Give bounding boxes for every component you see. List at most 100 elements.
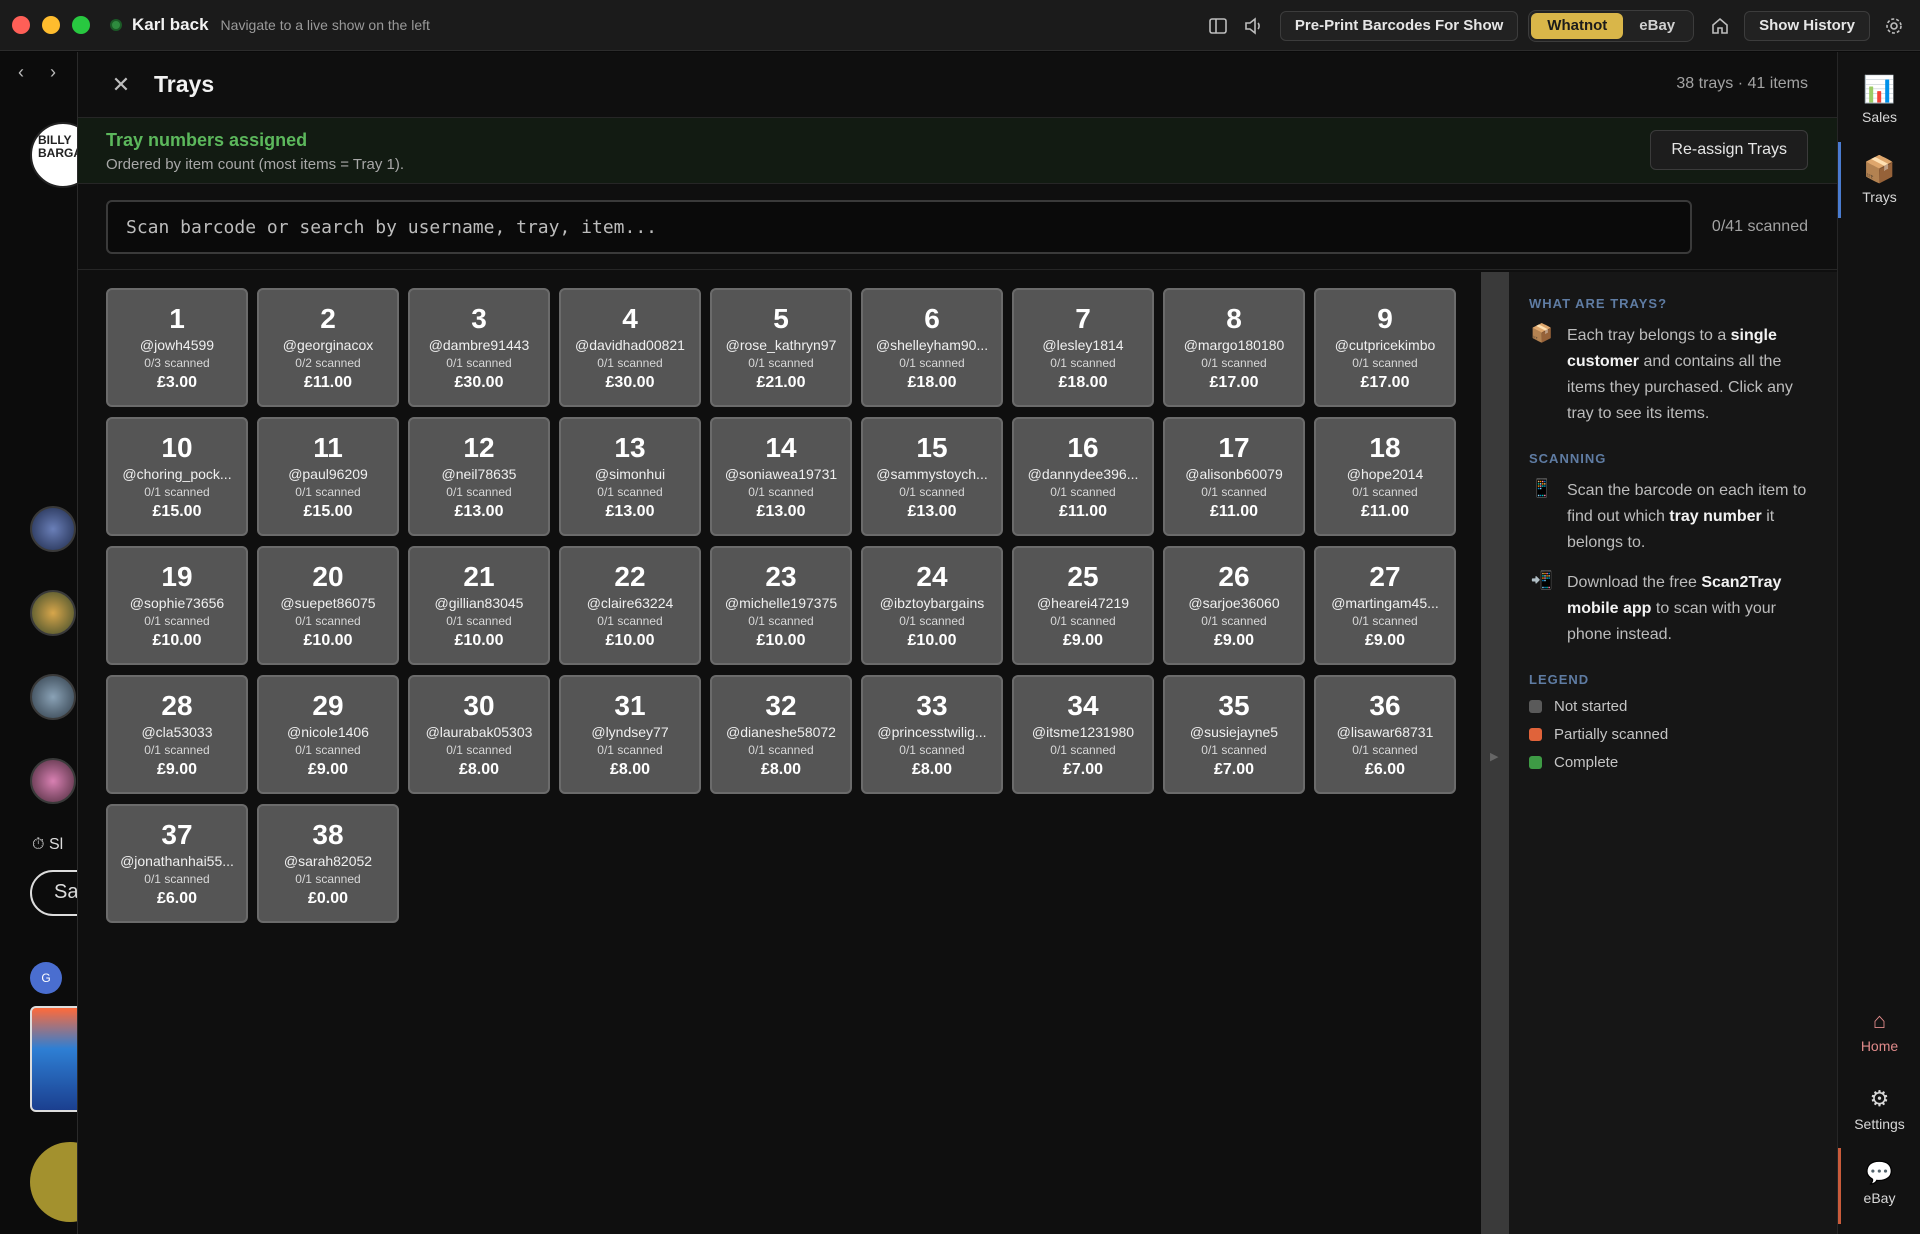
tray-tile[interactable]: 10 @choring_pock... 0/1 scanned £15.00 <box>106 417 248 536</box>
tray-tile[interactable]: 23 @michelle197375 0/1 scanned £10.00 <box>710 546 852 665</box>
platform-ebay-tab[interactable]: eBay <box>1623 13 1691 39</box>
tray-total: £15.00 <box>303 503 353 520</box>
reassign-trays-button[interactable]: Re-assign Trays <box>1650 130 1808 170</box>
tray-tile[interactable]: 37 @jonathanhai55... 0/1 scanned £6.00 <box>106 804 248 923</box>
close-icon[interactable]: ✕ <box>106 70 136 100</box>
tray-total: £21.00 <box>756 374 806 391</box>
home-icon[interactable] <box>1702 8 1738 44</box>
tray-tile[interactable]: 25 @hearei47219 0/1 scanned £9.00 <box>1012 546 1154 665</box>
panel-splitter[interactable]: ▶ <box>1481 272 1509 1234</box>
tray-tile[interactable]: 18 @hope2014 0/1 scanned £11.00 <box>1314 417 1456 536</box>
tray-tile[interactable]: 13 @simonhui 0/1 scanned £13.00 <box>559 417 701 536</box>
tray-tile[interactable]: 4 @davidhad00821 0/1 scanned £30.00 <box>559 288 701 407</box>
timer-label: Sl <box>48 836 64 853</box>
tray-scan-status: 0/1 scanned <box>1050 356 1116 370</box>
tray-tile[interactable]: 22 @claire63224 0/1 scanned £10.00 <box>559 546 701 665</box>
tray-total: £8.00 <box>458 761 500 778</box>
tray-tile[interactable]: 27 @martingam45... 0/1 scanned £9.00 <box>1314 546 1456 665</box>
tray-total: £10.00 <box>605 632 655 649</box>
tray-number: 15 <box>916 432 948 463</box>
side-pill-button[interactable]: Sa <box>30 870 77 916</box>
tray-tile[interactable]: 21 @gillian83045 0/1 scanned £10.00 <box>408 546 550 665</box>
tray-tile[interactable]: 34 @itsme1231980 0/1 scanned £7.00 <box>1012 675 1154 794</box>
tray-username: @shelleyham90... <box>875 337 989 353</box>
tray-number: 11 <box>313 432 343 463</box>
tray-tile[interactable]: 15 @sammystoych... 0/1 scanned £13.00 <box>861 417 1003 536</box>
rail-trays[interactable]: 📦 Trays <box>1838 154 1920 205</box>
tray-tile[interactable]: 30 @laurabak05303 0/1 scanned £8.00 <box>408 675 550 794</box>
tray-tile[interactable]: 29 @nicole1406 0/1 scanned £9.00 <box>257 675 399 794</box>
tray-tile[interactable]: 35 @susiejayne5 0/1 scanned £7.00 <box>1163 675 1305 794</box>
rail-home[interactable]: ⌂ Home <box>1838 1008 1920 1054</box>
tray-tile[interactable]: 8 @margo180180 0/1 scanned £17.00 <box>1163 288 1305 407</box>
seller-avatar[interactable]: BILLY BARGA <box>30 122 77 188</box>
rail-ebay[interactable]: 💬 eBay <box>1838 1160 1920 1206</box>
tray-tile[interactable]: 17 @alisonb60079 0/1 scanned £11.00 <box>1163 417 1305 536</box>
tray-tile[interactable]: 7 @lesley1814 0/1 scanned £18.00 <box>1012 288 1154 407</box>
go-live-button[interactable] <box>30 1142 77 1222</box>
tray-number: 32 <box>765 690 797 721</box>
tray-tile[interactable]: 28 @cla53033 0/1 scanned £9.00 <box>106 675 248 794</box>
tray-username: @jonathanhai55... <box>120 853 234 869</box>
tray-tile[interactable]: 33 @princesstwilig... 0/1 scanned £8.00 <box>861 675 1003 794</box>
tray-tile[interactable]: 24 @ibztoybargains 0/1 scanned £10.00 <box>861 546 1003 665</box>
sidebar-toggle-icon[interactable] <box>1200 8 1236 44</box>
tray-tile[interactable]: 3 @dambre91443 0/1 scanned £30.00 <box>408 288 550 407</box>
tray-tile[interactable]: 14 @soniawea19731 0/1 scanned £13.00 <box>710 417 852 536</box>
zoom-window-button[interactable] <box>72 16 90 34</box>
tray-tile[interactable]: 6 @shelleyham90... 0/1 scanned £18.00 <box>861 288 1003 407</box>
show-avatar-2[interactable] <box>30 590 76 636</box>
tray-tile[interactable]: 32 @dianeshe58072 0/1 scanned £8.00 <box>710 675 852 794</box>
rail-sales[interactable]: 📊 Sales <box>1838 74 1920 125</box>
home-icon: ⌂ <box>1872 1008 1887 1033</box>
tray-scan-status: 0/1 scanned <box>1352 485 1418 499</box>
tray-tile[interactable]: 2 @georginacox 0/2 scanned £11.00 <box>257 288 399 407</box>
close-window-button[interactable] <box>12 16 30 34</box>
speaker-icon[interactable] <box>1236 8 1272 44</box>
tray-tile[interactable]: 5 @rose_kathryn97 0/1 scanned £21.00 <box>710 288 852 407</box>
tray-tile[interactable]: 36 @lisawar68731 0/1 scanned £6.00 <box>1314 675 1456 794</box>
tray-username: @dambre91443 <box>428 337 530 353</box>
tray-scan-status: 0/1 scanned <box>899 743 965 757</box>
tray-tile[interactable]: 12 @neil78635 0/1 scanned £13.00 <box>408 417 550 536</box>
assigned-banner: Tray numbers assigned Ordered by item co… <box>78 118 1837 184</box>
back-arrow-icon[interactable]: ‹ <box>18 62 24 83</box>
live-status-icon <box>110 19 122 31</box>
tray-tile[interactable]: 9 @cutpricekimbo 0/1 scanned £17.00 <box>1314 288 1456 407</box>
tray-tile[interactable]: 31 @lyndsey77 0/1 scanned £8.00 <box>559 675 701 794</box>
search-input[interactable] <box>106 200 1692 254</box>
tray-tile[interactable]: 38 @sarah82052 0/1 scanned £0.00 <box>257 804 399 923</box>
tray-tile[interactable]: 11 @paul96209 0/1 scanned £15.00 <box>257 417 399 536</box>
user-badge[interactable]: G <box>30 962 62 994</box>
tray-tile[interactable]: 19 @sophie73656 0/1 scanned £10.00 <box>106 546 248 665</box>
tray-tile[interactable]: 16 @dannydee396... 0/1 scanned £11.00 <box>1012 417 1154 536</box>
legend-swatch-icon <box>1529 756 1542 769</box>
forward-arrow-icon[interactable]: › <box>50 62 56 83</box>
show-avatar-3[interactable] <box>30 674 76 720</box>
trays-panel: ✕ Trays 38 trays · 41 items Tray numbers… <box>77 52 1838 1234</box>
minimize-window-button[interactable] <box>42 16 60 34</box>
tray-tile[interactable]: 1 @jowh4599 0/3 scanned £3.00 <box>106 288 248 407</box>
tray-number: 6 <box>924 303 940 334</box>
banner-subtitle: Ordered by item count (most items = Tray… <box>106 156 405 173</box>
show-avatar-1[interactable] <box>30 506 76 552</box>
show-avatar-4[interactable] <box>30 758 76 804</box>
expand-arrow-icon[interactable]: ▶ <box>1490 750 1498 763</box>
tray-number: 14 <box>765 432 797 463</box>
tray-scan-status: 0/1 scanned <box>1201 614 1267 628</box>
show-thumbnail[interactable] <box>30 1006 77 1112</box>
tray-scan-status: 0/1 scanned <box>144 485 210 499</box>
show-history-button[interactable]: Show History <box>1744 10 1870 41</box>
timer-icon: ⏱ Sl <box>32 836 64 853</box>
tray-tile[interactable]: 26 @sarjoe36060 0/1 scanned £9.00 <box>1163 546 1305 665</box>
gear-icon[interactable] <box>1876 8 1912 44</box>
platform-whatnot-tab[interactable]: Whatnot <box>1531 12 1624 39</box>
tray-grid: 1 @jowh4599 0/3 scanned £3.00 2 @georginacox 0… <box>106 288 1456 923</box>
rail-settings[interactable]: ⚙ Settings <box>1838 1086 1920 1132</box>
tray-tile[interactable]: 20 @suepet86075 0/1 scanned £10.00 <box>257 546 399 665</box>
tray-username: @paul96209 <box>288 466 368 482</box>
tray-scan-status: 0/1 scanned <box>1201 485 1267 499</box>
preprint-barcodes-button[interactable]: Pre-Print Barcodes For Show <box>1279 10 1519 41</box>
bar-chart-icon: 📊 <box>1863 74 1896 104</box>
tray-total: £10.00 <box>756 632 806 649</box>
